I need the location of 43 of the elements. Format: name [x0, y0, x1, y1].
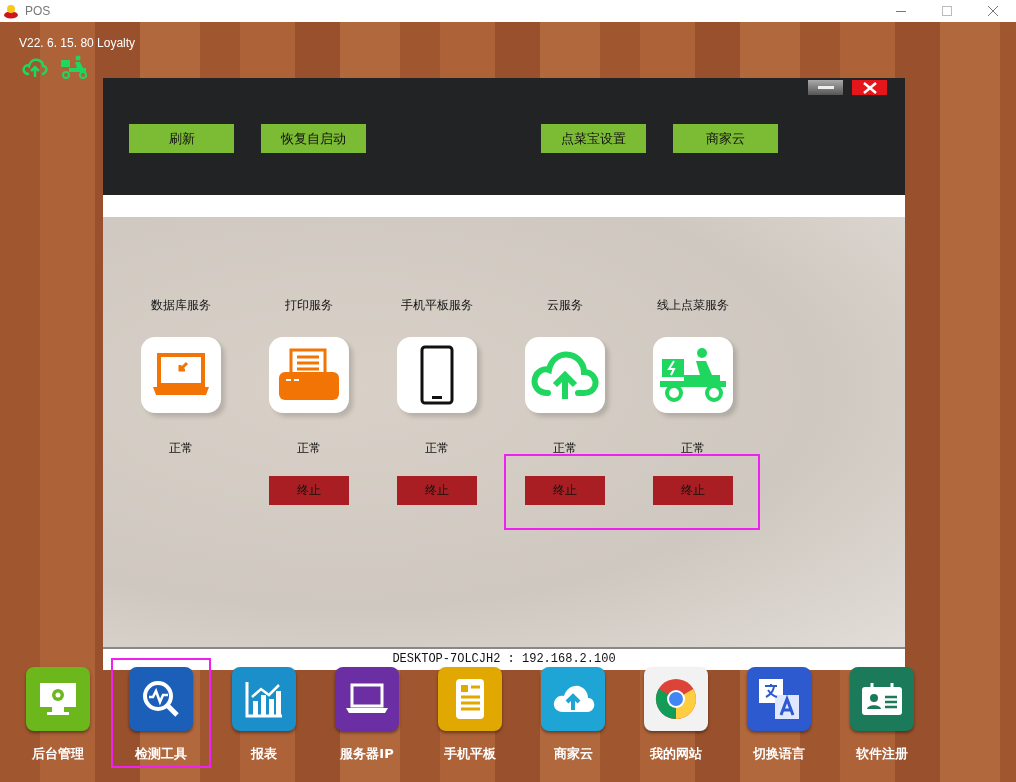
close-icon [988, 6, 998, 16]
search-pulse-icon [141, 679, 181, 719]
toolbar-button[interactable]: 刷新 [129, 124, 234, 153]
translate-icon [757, 677, 801, 721]
toolbar-button[interactable]: 商家云 [673, 124, 778, 153]
stop-button[interactable]: 终止 [397, 476, 477, 505]
service-status: 正常 [168, 440, 194, 457]
browser-logo-icon [654, 677, 698, 721]
scooter-courier-icon[interactable] [60, 55, 88, 79]
service-name: 打印服务 [284, 296, 334, 314]
stop-button[interactable]: 终止 [269, 476, 349, 505]
dock-item[interactable]: 后台管理 [10, 660, 106, 766]
service-status: 正常 [296, 440, 322, 457]
window-title: POS [25, 4, 51, 18]
service-status: 正常 [552, 440, 578, 457]
scooter-courier-icon [658, 347, 728, 403]
toolbar-button[interactable]: 点菜宝设置 [541, 124, 646, 153]
service-name: 线上点菜服务 [656, 296, 730, 314]
minimize-button[interactable] [808, 80, 843, 95]
version-label: V22. 6. 15. 80 Loyalty [19, 36, 137, 50]
close-icon [862, 81, 877, 94]
maximize-icon [942, 6, 952, 16]
service-name: 数据库服务 [150, 296, 212, 314]
close-button[interactable] [852, 80, 887, 95]
laptop-icon [345, 683, 389, 715]
stop-button[interactable]: 终止 [525, 476, 605, 505]
service-status: 正常 [680, 440, 706, 457]
stop-button[interactable]: 终止 [653, 476, 733, 505]
bar-chart-icon [244, 679, 284, 719]
status-bar: DESKTOP-7OLCJH2 : 192.168.2.100 [103, 647, 905, 670]
app-logo-icon [3, 3, 19, 19]
toolbar-button[interactable]: 恢复自启动 [261, 124, 366, 153]
cloud-upload-icon [530, 349, 600, 401]
id-card-icon [860, 681, 904, 717]
service-name: 云服务 [546, 296, 584, 314]
cloud-upload-icon[interactable] [22, 57, 48, 77]
phone-icon [420, 345, 454, 405]
tablet-list-icon [454, 677, 486, 721]
service-name: 手机平板服务 [400, 296, 474, 314]
service-status: 正常 [424, 440, 450, 457]
minimize-icon [817, 86, 834, 89]
monitor-gear-icon [38, 681, 78, 717]
printer-icon [277, 348, 341, 402]
